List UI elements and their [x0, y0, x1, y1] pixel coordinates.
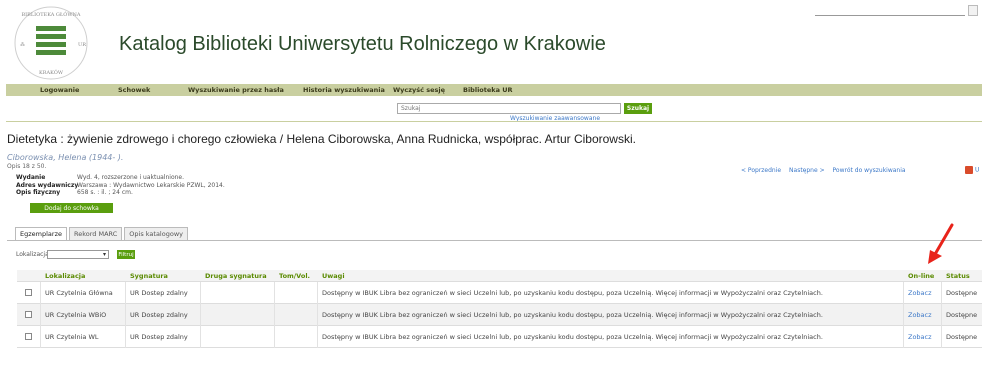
- cell-status: Dostępne: [946, 311, 978, 319]
- svg-text:UR: UR: [78, 42, 86, 48]
- meta-value: 658 s. : il. ; 24 cm.: [77, 189, 133, 196]
- filter-button[interactable]: Filtruj: [117, 250, 135, 259]
- tab-egzemplarze[interactable]: Egzemplarze: [15, 227, 67, 241]
- table-row: UR Czytelnia WL UR Dostep zdalny Dostępn…: [17, 326, 982, 348]
- row-checkbox[interactable]: [25, 311, 32, 318]
- table-row: UR Czytelnia Główna UR Dostep zdalny Dos…: [17, 282, 982, 304]
- share-label: U: [975, 166, 980, 174]
- column-divider: [40, 282, 41, 348]
- cell-lokalizacja: UR Czytelnia Główna: [45, 289, 113, 297]
- author-link[interactable]: Ciborowska, Helena (1944- ).: [7, 153, 123, 162]
- meta-value: Warszawa : Wydawnictwo Lekarskie PZWL, 2…: [77, 181, 225, 189]
- divider: [6, 121, 982, 122]
- tab-opis[interactable]: Opis katalogowy: [124, 227, 188, 241]
- divider: [7, 240, 982, 241]
- tab-bar: Egzemplarze Rekord MARC Opis katalogowy: [15, 227, 190, 241]
- svg-text:⁂: ⁂: [20, 41, 25, 48]
- cell-uwagi: Dostępny w IBUK Libra bez ograniczeń w s…: [322, 311, 823, 319]
- nav-item-library[interactable]: Biblioteka UR: [463, 86, 513, 94]
- column-divider: [200, 282, 201, 348]
- nav-item-history[interactable]: Historia wyszukiwania: [303, 86, 385, 94]
- login-input[interactable]: [815, 5, 965, 16]
- tab-marc[interactable]: Rekord MARC: [68, 227, 123, 241]
- cell-status: Dostępne: [946, 333, 978, 341]
- add-to-basket-button[interactable]: Dodaj do schowka: [30, 203, 113, 213]
- next-record-link[interactable]: Następne >: [789, 167, 825, 174]
- search-input[interactable]: [397, 103, 621, 114]
- cell-uwagi: Dostępny w IBUK Libra bez ograniczeń w s…: [322, 333, 823, 341]
- col-header-druga[interactable]: Druga sygnatura: [205, 270, 267, 282]
- site-title: Katalog Biblioteki Uniwersytetu Rolnicze…: [119, 33, 606, 55]
- university-seal-icon[interactable]: BIBLIOTEKA GŁÓWNA ⁂ UR KRAKÓW: [12, 4, 90, 82]
- cell-sygnatura: UR Dostep zdalny: [130, 333, 188, 341]
- column-divider: [941, 282, 942, 348]
- prev-record-link[interactable]: < Poprzednie: [741, 167, 781, 174]
- cell-lokalizacja: UR Czytelnia WBiO: [45, 311, 107, 319]
- back-to-search-link[interactable]: Powrót do wyszukiwania: [833, 167, 906, 174]
- table-row: UR Czytelnia WBiO UR Dostep zdalny Dostę…: [17, 304, 982, 326]
- search-button[interactable]: Szukaj: [624, 103, 652, 114]
- col-header-uwagi[interactable]: Uwagi: [322, 270, 345, 282]
- svg-text:BIBLIOTEKA GŁÓWNA: BIBLIOTEKA GŁÓWNA: [22, 10, 81, 18]
- row-checkbox[interactable]: [25, 333, 32, 340]
- record-metadata: Wydanie Wyd. 4, rozszerzone i uaktualnion…: [16, 174, 225, 197]
- row-checkbox[interactable]: [25, 289, 32, 296]
- location-select[interactable]: ▾: [47, 250, 109, 259]
- col-header-tom[interactable]: Tom/Vol.: [279, 270, 310, 282]
- column-divider: [274, 282, 275, 348]
- nav-item-logowanie[interactable]: Logowanie: [40, 86, 79, 94]
- col-header-online[interactable]: On-line: [908, 270, 934, 282]
- meta-value: Wyd. 4, rozszerzone i uaktualnione.: [77, 174, 185, 181]
- chevron-down-icon: ▾: [102, 251, 106, 258]
- cell-lokalizacja: UR Czytelnia WL: [45, 333, 99, 341]
- online-view-link[interactable]: Zobacz: [908, 282, 932, 304]
- meta-label: Adres wydawniczy: [16, 181, 79, 189]
- cell-sygnatura: UR Dostep zdalny: [130, 289, 188, 297]
- share-button[interactable]: U: [965, 166, 979, 174]
- login-button[interactable]: [968, 5, 978, 16]
- svg-text:KRAKÓW: KRAKÓW: [39, 68, 64, 76]
- cell-uwagi: Dostępny w IBUK Libra bez ograniczeń w s…: [322, 289, 823, 297]
- nav-item-browse[interactable]: Wyszukiwanie przez hasła: [188, 86, 284, 94]
- cell-status: Dostępne: [946, 289, 978, 297]
- column-divider: [903, 282, 904, 348]
- meta-label: Opis fizyczny: [16, 189, 61, 196]
- main-nav: Logowanie Schowek Wyszukiwanie przez has…: [6, 84, 982, 96]
- nav-item-schowek[interactable]: Schowek: [118, 86, 150, 94]
- meta-label: Wydanie: [16, 174, 46, 181]
- record-position: Opis 18 z 50.: [7, 163, 47, 170]
- column-divider: [317, 282, 318, 348]
- share-icon: [965, 166, 973, 174]
- col-header-status[interactable]: Status: [946, 270, 970, 282]
- online-view-link[interactable]: Zobacz: [908, 326, 932, 348]
- record-navigation: < Poprzednie Następne > Powrót do wyszuk…: [741, 167, 912, 174]
- online-view-link[interactable]: Zobacz: [908, 304, 932, 326]
- cell-sygnatura: UR Dostep zdalny: [130, 311, 188, 319]
- col-header-lokalizacja[interactable]: Lokalizacja: [45, 270, 85, 282]
- top-login-field[interactable]: [815, 5, 978, 17]
- page-header: BIBLIOTEKA GŁÓWNA ⁂ UR KRAKÓW Katalog Bi…: [0, 0, 982, 85]
- nav-item-clear-session[interactable]: Wyczyść sesję: [393, 86, 445, 94]
- column-divider: [125, 282, 126, 348]
- filter-label: Lokalizacja: [16, 251, 49, 258]
- record-title: Dietetyka : żywienie zdrowego i chorego …: [7, 132, 636, 146]
- red-arrow-icon: [928, 223, 954, 264]
- col-header-sygnatura[interactable]: Sygnatura: [130, 270, 168, 282]
